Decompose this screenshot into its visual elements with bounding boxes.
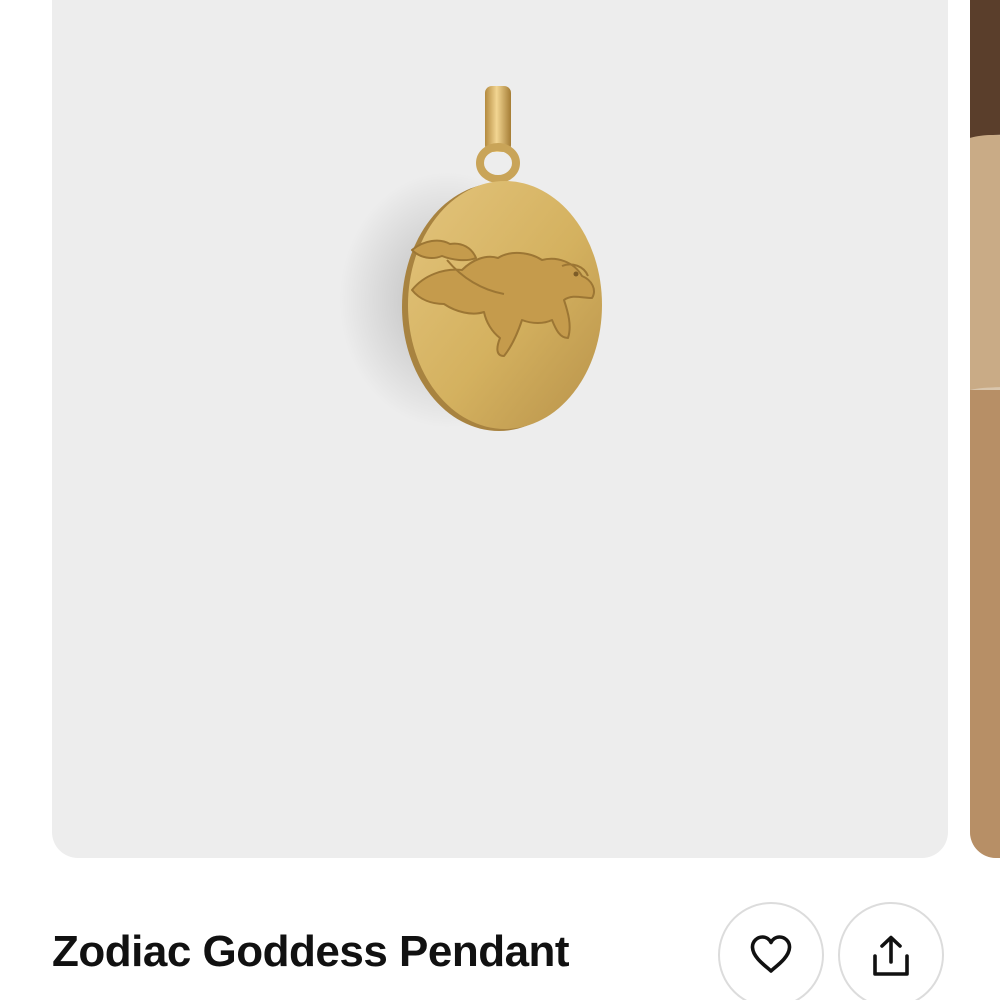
share-icon xyxy=(873,935,909,976)
product-image-next-preview[interactable] xyxy=(970,0,1000,858)
product-title: Zodiac Goddess Pendant xyxy=(52,927,570,976)
product-image-main[interactable] xyxy=(52,0,948,858)
favorite-button[interactable] xyxy=(718,902,824,1000)
product-header: Zodiac Goddess Pendant xyxy=(52,900,948,1000)
share-button[interactable] xyxy=(838,902,944,1000)
heart-icon xyxy=(750,935,792,973)
product-image-carousel[interactable] xyxy=(0,0,1000,860)
product-page: Zodiac Goddess Pendant xyxy=(0,0,1000,1000)
